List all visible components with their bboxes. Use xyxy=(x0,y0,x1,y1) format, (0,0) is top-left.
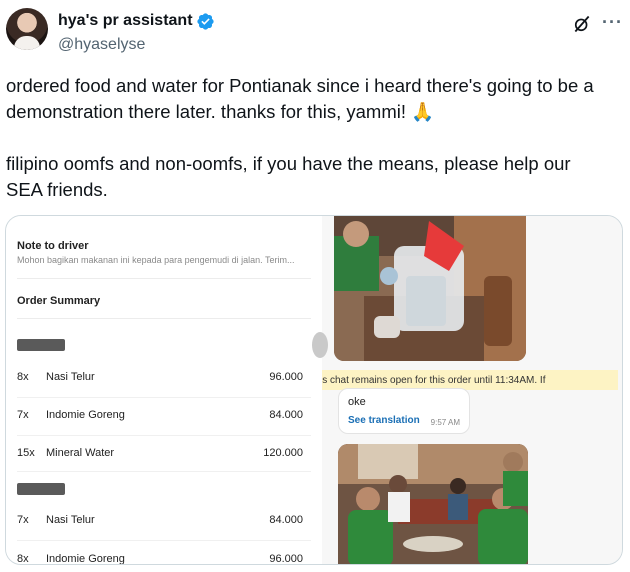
tweet-media[interactable]: Note to driver Mohon bagikan makanan ini… xyxy=(5,215,623,565)
more-icon[interactable]: ··· xyxy=(602,12,623,33)
tweet-line: ordered food and water for Pontianak sin… xyxy=(6,75,594,96)
chat-message-text: oke xyxy=(348,396,366,408)
order-item-row: 8x Nasi Telur 96.000 xyxy=(17,371,303,383)
note-to-driver-body: Mohon bagikan makanan ini kepada para pe… xyxy=(17,255,295,265)
delivery-photo-drivers-eating xyxy=(338,444,528,564)
order-receipt-screenshot: Note to driver Mohon bagikan makanan ini… xyxy=(6,216,322,565)
redacted-store-name xyxy=(17,483,65,495)
author-display-name[interactable]: hya's pr assistant xyxy=(58,12,193,30)
delivery-photo-drivers-table xyxy=(334,216,526,361)
tweet-text: ordered food and water for Pontianak sin… xyxy=(6,73,621,203)
order-summary-title: Order Summary xyxy=(17,295,101,307)
redacted-store-name xyxy=(17,339,65,351)
verified-badge-icon xyxy=(197,13,214,30)
tweet-line: SEA friends. xyxy=(6,179,108,200)
order-item-row: 8x Indomie Goreng 96.000 xyxy=(17,553,303,565)
tweet-line: filipino oomfs and non-oomfs, if you hav… xyxy=(6,153,571,174)
chat-open-banner: is chat remains open for this order unti… xyxy=(322,370,618,390)
see-translation-link[interactable]: See translation xyxy=(348,415,420,426)
note-to-driver-title: Note to driver xyxy=(17,240,89,252)
tweet-line: demonstration there later. thanks for th… xyxy=(6,101,435,122)
chat-screenshot: is chat remains open for this order unti… xyxy=(312,216,622,564)
order-item-row: 7x Indomie Goreng 84.000 xyxy=(17,409,303,421)
author-handle[interactable]: @hyaselyse xyxy=(58,36,145,54)
chat-message-bubble: oke See translation 9:57 AM xyxy=(338,388,470,434)
grok-icon[interactable] xyxy=(572,14,592,34)
order-item-row: 7x Nasi Telur 84.000 xyxy=(17,514,303,526)
avatar[interactable] xyxy=(6,8,48,50)
order-item-row: 15x Mineral Water 120.000 xyxy=(17,447,303,459)
message-time: 9:57 AM xyxy=(430,418,460,427)
